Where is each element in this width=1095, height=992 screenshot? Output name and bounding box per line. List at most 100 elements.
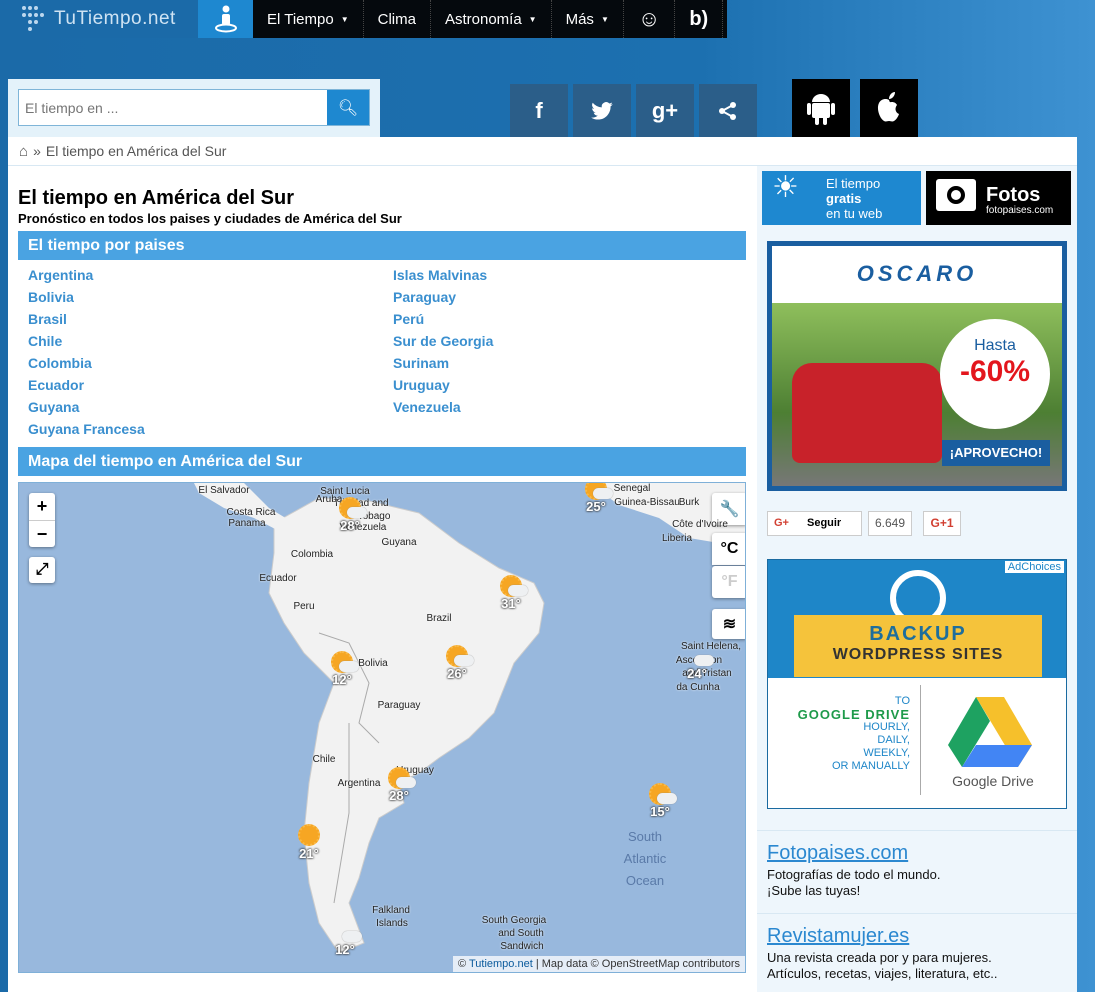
weather-marker[interactable]: 28°: [384, 767, 416, 803]
cloud-icon: [396, 777, 416, 788]
fahrenheit-button[interactable]: °F: [712, 566, 745, 598]
weather-marker[interactable]: 28°: [335, 497, 367, 533]
temperature: 15°: [650, 804, 670, 819]
map-label: Falkland: [372, 905, 410, 916]
country-link[interactable]: Argentina: [28, 267, 93, 283]
home-icon[interactable]: ⌂: [19, 143, 28, 160]
country-link[interactable]: Guyana: [28, 399, 79, 415]
oscaro-logo: OSCARO: [772, 246, 1062, 303]
nav-el-tiempo[interactable]: El Tiempo ▼: [253, 0, 364, 38]
country-link[interactable]: Uruguay: [393, 377, 450, 393]
google-plus-icon: g+: [651, 97, 679, 123]
ad-text: TO GOOGLE DRIVE HOURLY, DAILY, WEEKLY, OR MAN…: [797, 695, 910, 772]
cloud-icon: [339, 661, 359, 672]
fullscreen-button[interactable]: ⤢: [29, 557, 55, 583]
map-label: Sandwich: [500, 941, 544, 952]
apple-icon: [877, 92, 899, 122]
weather-marker[interactable]: 31°: [496, 575, 528, 611]
weather-marker[interactable]: 12°: [327, 651, 359, 687]
country-link[interactable]: Paraguay: [393, 289, 456, 305]
map-label: Guinea-Bissau: [614, 497, 680, 508]
weather-marker[interactable]: 24°: [682, 645, 714, 681]
weather-marker[interactable]: 12°: [330, 921, 362, 957]
weather-widget-banner[interactable]: ☀ El tiempo gratis en tu web: [762, 171, 921, 225]
country-link[interactable]: Sur de Georgia: [393, 333, 493, 349]
map-label: Ecuador: [259, 573, 297, 584]
google-plus-button[interactable]: g+: [636, 84, 694, 137]
weather-marker[interactable]: 21°: [294, 824, 324, 861]
cloud-icon: [593, 488, 613, 499]
facebook-icon: f: [535, 97, 543, 123]
zoom-out-button[interactable]: −: [29, 520, 55, 547]
map-header: Mapa del tiempo en América del Sur: [18, 447, 746, 476]
country-link[interactable]: Islas Malvinas: [393, 267, 487, 283]
attribution-text: | Map data © OpenStreetMap contributors: [535, 958, 740, 970]
country-link[interactable]: Surinam: [393, 355, 449, 371]
temperature: 28°: [340, 518, 360, 533]
map-attribution: © Tutiempo.net | Map data © OpenStreetMa…: [452, 956, 745, 972]
sidebar-link-title[interactable]: Revistamujer.es: [767, 925, 909, 948]
map-label: Brazil: [426, 613, 452, 624]
fotos-banner[interactable]: Fotos fotopaises.com: [926, 171, 1071, 225]
country-link[interactable]: Venezuela: [393, 399, 461, 415]
ad-wordpress: WORDPRESS SITES: [832, 646, 1004, 663]
map-label: South Georgia: [481, 915, 547, 926]
facebook-button[interactable]: f: [510, 84, 568, 137]
wind-button[interactable]: ≋: [712, 609, 745, 639]
follow-label: Seguir: [806, 517, 842, 529]
breadcrumb-current: El tiempo en América del Sur: [45, 143, 227, 159]
logo-text: TuTiempo.net: [54, 8, 176, 29]
search-input[interactable]: [19, 90, 327, 125]
nav-mas[interactable]: Más ▼: [552, 0, 624, 38]
zoom-in-button[interactable]: +: [37, 493, 48, 520]
oscaro-ad[interactable]: OSCARO Hasta -60% ¡APROVECHO!: [767, 241, 1067, 491]
country-link[interactable]: Perú: [393, 311, 424, 327]
temperature: 12°: [335, 942, 355, 957]
person-location-icon[interactable]: [198, 0, 253, 38]
country-link[interactable]: Colombia: [28, 355, 92, 371]
search-button[interactable]: 🔍︎: [327, 90, 369, 125]
south-america-land: [268, 497, 545, 954]
country-link[interactable]: Guyana Francesa: [28, 421, 145, 437]
temperature: 26°: [447, 666, 467, 681]
cloud-icon: [694, 655, 714, 666]
caret-down-icon: ▼: [600, 14, 609, 24]
country-link[interactable]: Chile: [28, 333, 62, 349]
temperature: 12°: [332, 672, 352, 687]
weather-marker[interactable]: 25°: [581, 483, 613, 514]
weather-marker[interactable]: 26°: [442, 645, 474, 681]
celsius-button[interactable]: °C: [712, 533, 745, 565]
nav-astronomia[interactable]: Astronomía ▼: [431, 0, 552, 38]
cloud-icon: [342, 931, 362, 942]
user-chat-icon[interactable]: ☺: [624, 0, 676, 38]
cloud-icon: [657, 793, 677, 804]
map-label: Chile: [312, 754, 336, 765]
wrench-icon: 🔧: [719, 501, 740, 518]
nav-clima[interactable]: Clima: [364, 0, 431, 38]
tutiempo-link[interactable]: Tutiempo.net: [469, 958, 533, 970]
android-app-button[interactable]: [792, 79, 850, 137]
weather-map[interactable]: + − ⤢ 🔧 °C °F ≋ El Salvador Costa Rica Pan…: [18, 482, 746, 973]
map-label: and South: [498, 928, 544, 939]
sidebar-link-text: Artículos, recetas, viajes, literatura, …: [767, 966, 998, 981]
map-label: Liberia: [661, 533, 693, 544]
blog-icon[interactable]: b): [675, 0, 724, 38]
weather-marker[interactable]: 15°: [645, 783, 677, 819]
country-link[interactable]: Ecuador: [28, 377, 84, 393]
sidebar-link-title[interactable]: Fotopaises.com: [767, 842, 908, 865]
wordpress-backup-ad[interactable]: AdChoices BACKUP WORDPRESS SITES TO GOOGLE…: [767, 559, 1067, 809]
gplus-one-button[interactable]: G+1: [923, 511, 961, 536]
search-box: 🔍︎: [18, 89, 370, 126]
sidebar-link-text: Fotografías de todo el mundo.: [767, 867, 941, 882]
twitter-button[interactable]: [573, 84, 631, 137]
share-button[interactable]: [699, 84, 757, 137]
logo[interactable]: TuTiempo.net: [0, 0, 198, 38]
aprovecho-button[interactable]: ¡APROVECHO!: [942, 440, 1050, 466]
gplus-follow-button[interactable]: G+ Seguir: [767, 511, 862, 536]
country-link[interactable]: Brasil: [28, 311, 67, 327]
country-link[interactable]: Bolivia: [28, 289, 74, 305]
follower-count: 6.649: [868, 511, 912, 536]
map-label: Burk: [678, 497, 700, 508]
apple-app-button[interactable]: [860, 79, 918, 137]
adchoices-label[interactable]: AdChoices: [1004, 561, 1064, 573]
